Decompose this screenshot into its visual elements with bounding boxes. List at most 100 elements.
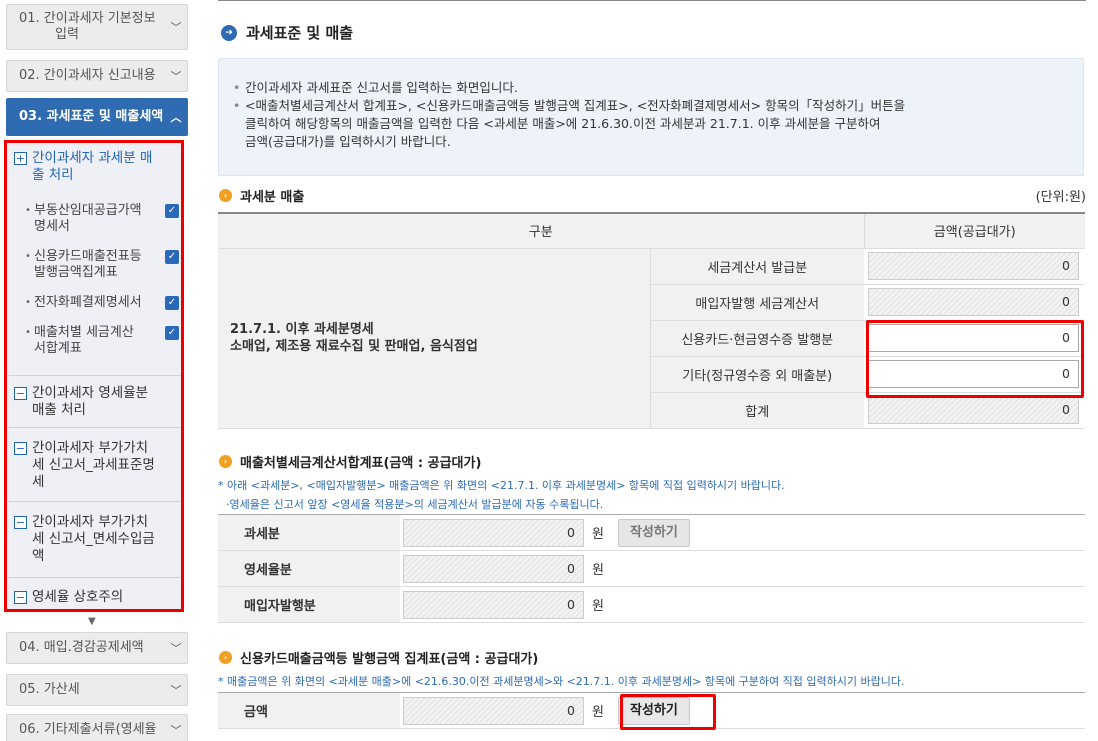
info-box: • 간이과세자 과세표준 신고서를 입력하는 화면입니다. • <매출처별세금계산서… (218, 58, 1084, 176)
step-05-penalty[interactable]: 05. 가산세 ﹀ (6, 674, 188, 706)
row-header: 21.7.1. 이후 과세분명세 소매업, 제조용 재료수집 및 판매업, 음식… (218, 248, 650, 429)
sub-section-label: 간이과세자 부가가치 (32, 440, 149, 456)
chevron-down-icon: ﹀ (170, 70, 182, 83)
sub-section-zero-rate[interactable]: − 간이과세자 영세율분 매출 처리 (14, 385, 180, 419)
row-label-buyer-issued: 매입자발행 세금계산서 (649, 284, 864, 321)
note-text: ·영세율은 신고서 앞장 <영세율 적용분>의 세금계산서 발급분에 자동 수록… (226, 498, 604, 511)
unit-label: (단위:원) (1035, 190, 1086, 205)
chevron-down-icon: ﹀ (170, 642, 182, 655)
step-02-report[interactable]: 02. 간이과세자 신고내용 ﹀ (6, 60, 188, 92)
row-label-taxable: 과세분 (218, 514, 400, 551)
check-icon[interactable]: ✓ (165, 296, 179, 310)
row-label-other: 기타(정규영수증 외 매출분) (649, 356, 864, 393)
step-01-label-line2: 입력 (55, 27, 79, 42)
step-03-label: 03. 과세표준 및 매출세액 (19, 109, 164, 124)
sub-section-taxable-sales[interactable]: + 간이과세자 과세분 매출 처리 (14, 150, 180, 184)
step-03-tax-base[interactable]: 03. 과세표준 및 매출세액 ︿ (6, 98, 188, 136)
info-line: 간이과세자 과세표준 신고서를 입력하는 화면입니다. (245, 80, 518, 95)
row-label-tax-invoice: 세금계산서 발급분 (649, 248, 864, 285)
tax-invoice-amount-field: 0 (868, 252, 1079, 280)
zero-rate-amount-field: 0 (403, 554, 584, 583)
section-bullet-icon: › (219, 189, 232, 202)
sub-section-label-2: 세 신고서_면세수입금 (32, 531, 155, 547)
taxable-amount-field: 0 (403, 518, 584, 547)
sub-item-label: 부동산임대공급가액 (34, 203, 142, 218)
divider (7, 375, 181, 376)
sub-section-label: 간이과세자 영세율분 (32, 385, 149, 401)
step-06-label: 06. 기타제출서류(영세율 (19, 722, 157, 737)
sub-item-credit-card[interactable]: • 신용카드매출전표등 발행금액집계표 ✓ (25, 249, 179, 281)
sub-section-label: 영세율 상호주의 (32, 589, 124, 605)
sub-item-label-2: 발행금액집계표 (34, 265, 118, 280)
bullet: • (25, 251, 31, 262)
section-title-text: 신용카드매출금액등 발행금액 집계표(금액 : 공급대가) (240, 652, 539, 667)
unit-won: 원 (592, 705, 604, 720)
sub-item-label: 매출처별 세금계산 (34, 325, 134, 340)
chevron-down-icon: ﹀ (170, 684, 182, 697)
unit-won: 원 (592, 599, 604, 614)
section-invoice-summary-title: › 매출처별세금계산서합계표(금액 : 공급대가) (219, 452, 481, 471)
chevron-down-icon: ﹀ (170, 21, 182, 34)
note-text: * 아래 <과세분>, <매입자발행분> 매출금액은 위 화면의 <21.7.1… (218, 479, 785, 492)
column-header-category: 구분 (218, 213, 864, 249)
step-05-label: 05. 가산세 (19, 682, 80, 697)
row-label-zero-rate: 영세율분 (218, 550, 400, 587)
sub-section-vat-tax-base[interactable]: − 간이과세자 부가가치 세 신고서_과세표준명 세 (14, 440, 180, 491)
collapse-icon[interactable]: − (14, 516, 27, 529)
sub-item-label-2: 서합계표 (34, 341, 82, 356)
check-icon[interactable]: ✓ (165, 250, 179, 264)
expand-icon[interactable]: + (14, 152, 27, 165)
sub-section-label-2: 출 처리 (32, 167, 74, 183)
collapse-icon[interactable]: − (14, 387, 27, 400)
row-label-amount: 금액 (218, 692, 400, 729)
sub-section-label-3: 세 (32, 474, 45, 490)
check-icon[interactable]: ✓ (165, 204, 179, 218)
check-icon[interactable]: ✓ (165, 326, 179, 340)
section-title-text: 매출처별세금계산서합계표(금액 : 공급대가) (240, 456, 482, 471)
sub-item-label: 전자화폐결제명세서 (34, 295, 142, 310)
unit-won: 원 (592, 527, 604, 542)
step-06-other-docs[interactable]: 06. 기타제출서류(영세율 ﹀ (6, 714, 188, 741)
sub-item-label: 신용카드매출전표등 (34, 249, 142, 264)
chevron-down-icon: ﹀ (170, 724, 182, 737)
bullet: • (25, 327, 31, 338)
column-header-amount: 금액(공급대가) (863, 213, 1085, 249)
section-taxable-sales-title: › 과세분 매출 (219, 186, 304, 205)
divider (7, 577, 181, 578)
info-line: <매출처별세금계산서 합계표>, <신용카드매출금액등 발행금액 집계표>, <… (245, 98, 906, 113)
row-header-line1: 21.7.1. 이후 과세분명세 (230, 322, 374, 337)
info-line: 클릭하여 해당항목의 매출금액을 입력한 다음 <과세분 매출>에 21.6.3… (245, 116, 881, 131)
sub-item-e-money[interactable]: • 전자화폐결제명세서 ✓ (25, 295, 179, 311)
row-label-credit-card: 신용카드·현금영수증 발행분 (649, 320, 864, 357)
row-header-line2: 소매업, 제조용 재료수집 및 판매업, 음식점업 (230, 339, 478, 354)
row-label-buyer-issued: 매입자발행분 (218, 586, 400, 623)
sub-section-vat-exempt[interactable]: − 간이과세자 부가가치 세 신고서_면세수입금 액 (14, 514, 180, 565)
sub-section-label-2: 세 신고서_과세표준명 (32, 457, 155, 473)
invoice-summary-table: 과세분 0 원 작성하기 영세율분 0 원 매입자발행분 0 원 (218, 514, 1085, 623)
step-01-basic-info[interactable]: 01. 간이과세자 기본정보 입력 ﹀ (6, 4, 188, 50)
section-credit-card-summary-title: › 신용카드매출금액등 발행금액 집계표(금액 : 공급대가) (219, 648, 538, 667)
step-02-label: 02. 간이과세자 신고내용 (19, 68, 156, 83)
note-text: * 매출금액은 위 화면의 <과세분 매출>에 <21.6.30.이전 과세분명… (218, 675, 905, 688)
highlight-box (866, 320, 1084, 398)
divider (7, 427, 181, 428)
step-01-label: 01. 간이과세자 기본정보 (19, 11, 156, 26)
buyer-issued-amount-field: 0 (868, 288, 1079, 316)
highlight-box (620, 694, 716, 730)
section-bullet-icon: › (219, 455, 232, 468)
sub-section-reciprocity[interactable]: − 영세율 상호주의 (14, 589, 180, 606)
sub-menu-panel: + 간이과세자 과세분 매출 처리 • 부동산임대공급가액 명세서 ✓ • 신용카… (4, 140, 184, 612)
sub-item-real-estate[interactable]: • 부동산임대공급가액 명세서 ✓ (25, 203, 179, 235)
collapse-icon[interactable]: − (14, 591, 27, 604)
scroll-down-icon[interactable]: ▼ (88, 616, 96, 627)
bullet: • (233, 98, 241, 113)
total-amount-field: 0 (868, 396, 1079, 424)
step-04-label: 04. 매입.경감공제세액 (19, 640, 144, 655)
write-button-taxable[interactable]: 작성하기 (617, 518, 690, 547)
sub-section-label: 간이과세자 과세분 매 (32, 150, 153, 166)
collapse-icon[interactable]: − (14, 442, 27, 455)
sub-item-tax-invoice[interactable]: • 매출처별 세금계산 서합계표 ✓ (25, 325, 179, 357)
row-label-total: 합계 (649, 392, 864, 429)
section-bullet-icon: › (219, 651, 232, 664)
step-04-deductions[interactable]: 04. 매입.경감공제세액 ﹀ (6, 632, 188, 664)
